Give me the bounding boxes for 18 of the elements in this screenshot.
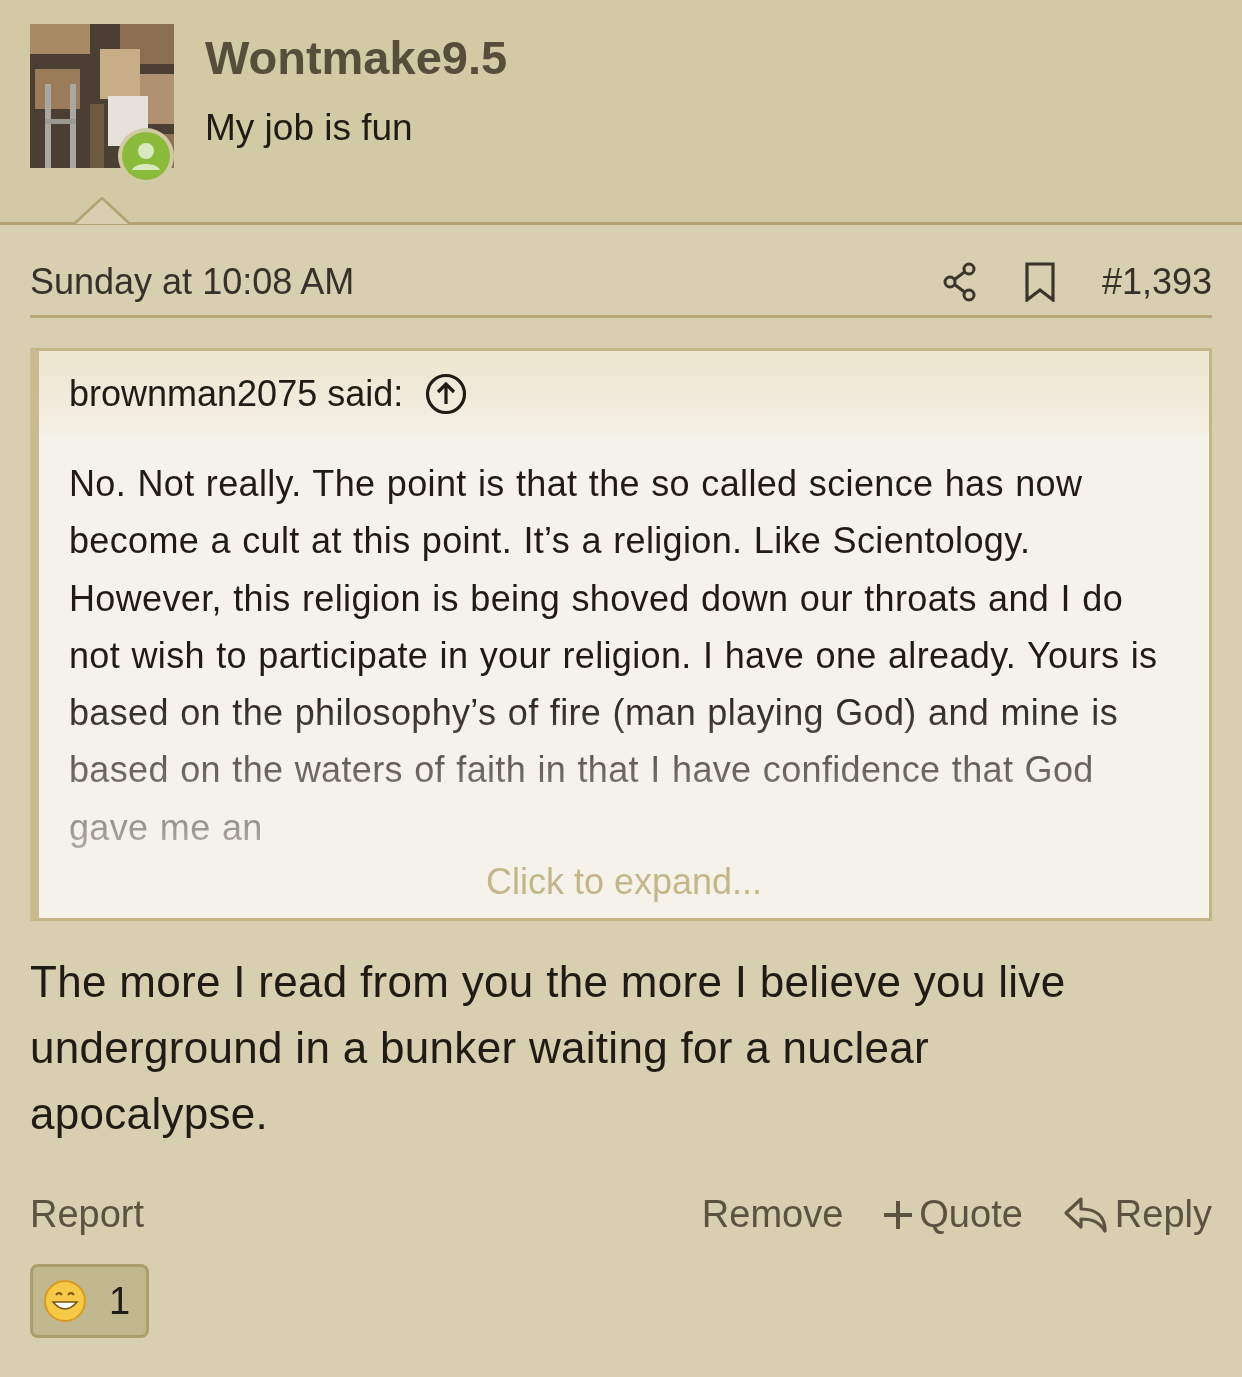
post-message: The more I read from you the more I believe you live underground in a bunker waiting for a nuclear apocalypse. [30, 956, 1067, 1141]
arrow-up-icon[interactable] [425, 373, 468, 415]
quote-text: No. Not really. The point is that the so called science has now become a cult at this point. It’s a religion. Like Scientology. However, this religion is being shoved down our throats and I do not wish to participate in your religion. I have one already. Yours is based on the philosophy’s of fire (man playing God) and mine is based on the waters of faith in that I have confidence that God gave me an [68, 462, 1159, 850]
quote-author[interactable]: brownman2075 said: [69, 373, 404, 415]
username[interactable]: Wontmake9.5 [205, 30, 508, 86]
reply-link[interactable]: Reply [1062, 1193, 1212, 1237]
report-link[interactable]: Report [30, 1193, 145, 1237]
remove-link[interactable]: Remove [701, 1193, 844, 1237]
bookmark-icon[interactable] [1023, 262, 1056, 302]
share-icon[interactable] [941, 262, 978, 302]
post-number[interactable]: #1,393 [1101, 261, 1212, 303]
reply-icon [1062, 1194, 1109, 1235]
reaction-button[interactable]: 1 [30, 1264, 150, 1339]
quote-link[interactable]: Quote [883, 1193, 1023, 1237]
plus-icon [883, 1199, 914, 1230]
post-time[interactable]: Sunday at 10:08 AM [30, 261, 942, 303]
grinning-face-icon [43, 1279, 87, 1324]
user-title: My job is fun [205, 106, 414, 150]
